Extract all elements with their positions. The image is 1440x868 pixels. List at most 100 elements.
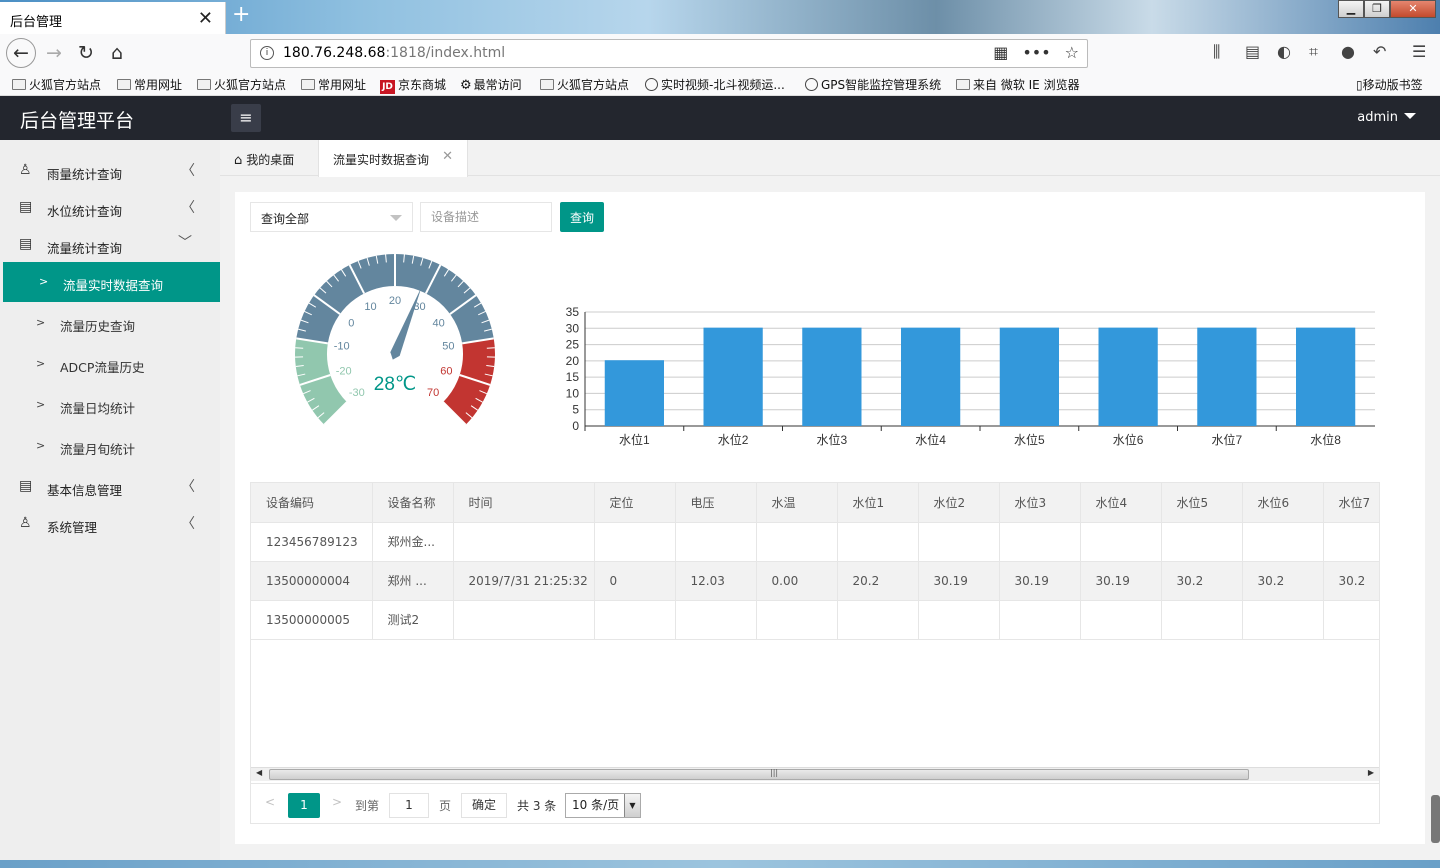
- url-bar[interactable]: i 180.76.248.68:1818/index.html ▦ ••• ☆: [250, 39, 1088, 68]
- gauge-tick: [295, 347, 304, 349]
- sidebar-subitem-adcp-history[interactable]: > ADCP流量历史: [0, 344, 220, 384]
- reload-icon[interactable]: ↻: [72, 39, 100, 67]
- current-page-button[interactable]: 1: [288, 793, 320, 818]
- query-scope-select[interactable]: 查询全部: [250, 202, 413, 232]
- folder-icon: [301, 79, 315, 90]
- y-tick-label: 25: [566, 338, 580, 352]
- window-close-button[interactable]: ✕: [1390, 0, 1436, 18]
- table-cell: [1161, 600, 1243, 640]
- sidebar-item-basic-info[interactable]: ▤ 基本信息管理 〈: [0, 468, 220, 505]
- bar[interactable]: [703, 327, 763, 426]
- url-text[interactable]: 180.76.248.68:1818/index.html: [283, 45, 505, 61]
- bar[interactable]: [604, 360, 664, 426]
- bookmark-item[interactable]: JD 京东商城: [380, 76, 446, 94]
- table-cell: 20.2: [837, 561, 919, 601]
- query-button[interactable]: 查询: [560, 202, 604, 232]
- bar[interactable]: [1197, 327, 1257, 426]
- qr-code-icon[interactable]: ▦: [993, 43, 1008, 62]
- prev-page-icon[interactable]: <: [265, 795, 275, 809]
- sidebar-item-water-level[interactable]: ▤ 水位统计查询 〈: [0, 189, 220, 226]
- device-desc-input[interactable]: [420, 202, 552, 232]
- scroll-left-icon[interactable]: ◀: [256, 768, 262, 777]
- column-header: 水位3: [999, 483, 1081, 523]
- tab-close-icon[interactable]: ✕: [442, 149, 453, 164]
- site-info-icon[interactable]: i: [260, 46, 274, 60]
- bookmark-item[interactable]: 常用网址: [117, 76, 182, 93]
- undo-icon[interactable]: ↶: [1373, 42, 1386, 61]
- table-row[interactable]: 13500000004 郑州 ... 2019/7/31 21:25:32 0 12.0…: [251, 561, 1379, 601]
- bookmark-item[interactable]: 来自 微软 IE 浏览器: [956, 76, 1080, 93]
- bookmark-item[interactable]: 火狐官方站点: [540, 76, 629, 93]
- window-maximize-button[interactable]: ❐: [1364, 0, 1390, 18]
- scrollbar-thumb[interactable]: |||: [269, 768, 1249, 780]
- browser-tab-close-icon[interactable]: ✕: [198, 8, 213, 29]
- tab-home[interactable]: ⌂ 我的桌面: [234, 140, 318, 177]
- bookmark-label: 京东商城: [398, 78, 447, 92]
- extension-icon[interactable]: ◐: [1277, 42, 1291, 61]
- sidebar-item-rainfall[interactable]: ♙ 雨量统计查询 〈: [0, 152, 220, 189]
- x-tick-label: 水位6: [1113, 432, 1144, 447]
- doc-icon: ▤: [19, 478, 33, 494]
- bar[interactable]: [999, 327, 1059, 426]
- bar[interactable]: [1098, 327, 1158, 426]
- goto-page-input[interactable]: 1: [389, 793, 429, 818]
- folder-icon: [540, 79, 554, 90]
- tab-flow-realtime[interactable]: 流量实时数据查询 ✕: [318, 140, 468, 177]
- mobile-bookmarks[interactable]: ▯移动版书签: [1356, 76, 1423, 93]
- more-actions-icon[interactable]: •••: [1022, 43, 1050, 62]
- dropdown-arrow-icon: ▼: [624, 794, 640, 817]
- sidebar-subitem-flow-realtime[interactable]: > 流量实时数据查询: [3, 262, 220, 302]
- sidebar-item-system[interactable]: ♙ 系统管理 〈: [0, 505, 220, 542]
- forward-icon[interactable]: →: [40, 39, 68, 67]
- bookmark-item[interactable]: 火狐官方站点: [197, 76, 286, 93]
- bar[interactable]: [802, 327, 862, 426]
- next-page-icon[interactable]: >: [332, 795, 342, 809]
- scroll-right-icon[interactable]: ▶: [1368, 768, 1374, 777]
- goto-confirm-button[interactable]: 确定: [461, 793, 507, 818]
- chat-icon[interactable]: ●: [1341, 42, 1355, 61]
- bar[interactable]: [901, 327, 961, 426]
- bookmark-item[interactable]: GPS智能监控管理系统: [805, 76, 941, 93]
- browser-tab[interactable]: 后台管理 ✕: [0, 2, 226, 34]
- horizontal-scrollbar[interactable]: ◀ ||| ▶: [251, 767, 1379, 781]
- bookmark-item[interactable]: 火狐官方站点: [12, 76, 101, 93]
- new-tab-icon[interactable]: +: [232, 2, 250, 27]
- sidebar-item-flow[interactable]: ▤ 流量统计查询 ﹀: [0, 226, 220, 263]
- sidebar-item-label: 水位统计查询: [47, 204, 123, 219]
- bookmark-item[interactable]: 常用网址: [301, 76, 366, 93]
- folder-icon: [12, 79, 26, 90]
- table-cell: 2019/7/31 21:25:32: [453, 561, 595, 601]
- table-cell: [999, 600, 1081, 640]
- table-row[interactable]: 13500000005 测试2: [251, 600, 1379, 640]
- sidebar-subitem-monthly-stats[interactable]: > 流量月旬统计: [0, 426, 220, 466]
- bookmark-item[interactable]: 实时视频-北斗视频运...: [645, 76, 785, 93]
- sidebar-subitem-daily-stats[interactable]: > 流量日均统计: [0, 385, 220, 425]
- x-tick-label: 水位8: [1310, 432, 1341, 447]
- window-minimize-button[interactable]: ▁: [1338, 0, 1364, 18]
- page-size-select[interactable]: 10 条/页 ▼: [565, 793, 641, 818]
- table-cell: [918, 600, 1000, 640]
- back-icon[interactable]: ←: [6, 38, 36, 68]
- page-scrollbar[interactable]: [1431, 795, 1440, 843]
- bookmark-item[interactable]: ⚙ 最常访问: [460, 76, 522, 93]
- table-cell: [594, 522, 676, 562]
- chevron-down-icon: ﹀: [178, 235, 192, 251]
- table-cell: [1161, 522, 1243, 562]
- screenshot-crop-icon[interactable]: ⌗: [1309, 42, 1318, 62]
- user-menu[interactable]: admin: [1357, 110, 1416, 125]
- sidebar-subitem-flow-history[interactable]: > 流量历史查询: [0, 303, 220, 343]
- menu-toggle-icon[interactable]: ≡: [231, 104, 261, 132]
- home-icon[interactable]: ⌂: [103, 39, 131, 67]
- gauge-tick-label: 50: [442, 341, 454, 353]
- bookmark-label: 移动版书签: [1362, 78, 1423, 92]
- hamburger-menu-icon[interactable]: ☰: [1412, 42, 1426, 61]
- y-tick-label: 10: [566, 386, 580, 400]
- x-tick-label: 水位5: [1014, 432, 1045, 447]
- library-icon[interactable]: ⫼: [1213, 42, 1220, 62]
- table-row[interactable]: 123456789123 郑州金...: [251, 522, 1379, 562]
- bookmark-star-icon[interactable]: ☆: [1065, 43, 1079, 62]
- sidebar-toggle-icon[interactable]: ▤: [1245, 42, 1260, 61]
- column-header: 水位4: [1080, 483, 1162, 523]
- pagination: < 1 > 到第 1 页 确定 共 3 条 10 条/页 ▼: [251, 783, 1379, 823]
- bar[interactable]: [1296, 327, 1356, 426]
